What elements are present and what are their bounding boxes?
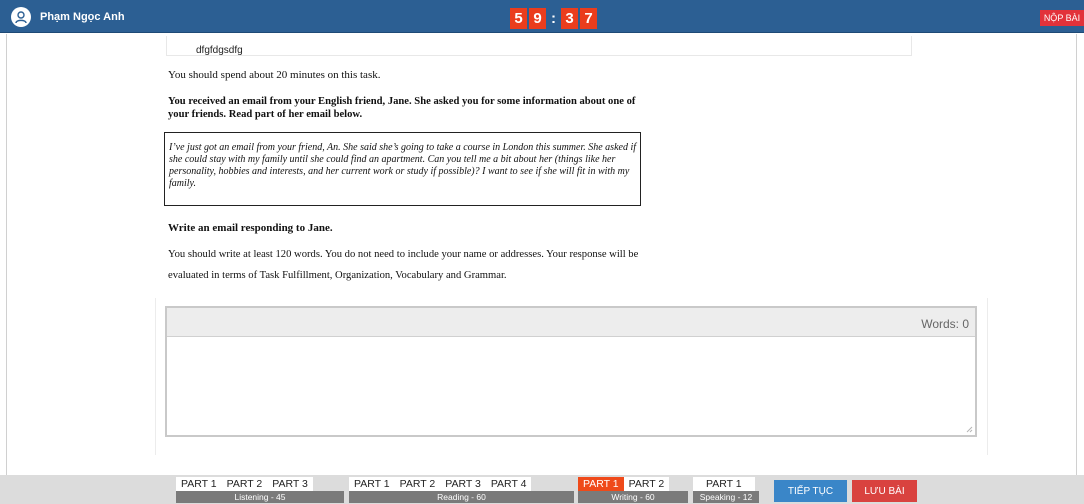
next-button[interactable]: TIẾP TỤC xyxy=(774,480,847,502)
timer-digit: 3 xyxy=(561,7,578,29)
user-info: Phạm Ngọc Anh xyxy=(11,7,125,27)
section-navigation: PART 1 PART 2 PART 3 Listening - 45 PART… xyxy=(0,475,1084,504)
reading-part-2-tab[interactable]: PART 2 xyxy=(394,477,441,491)
speaking-group: PART 1 Speaking - 12 xyxy=(693,477,759,503)
frame-divider xyxy=(6,34,7,475)
time-instruction: You should spend about 20 minutes on thi… xyxy=(168,69,381,81)
submit-button[interactable]: NỘP BÀI xyxy=(1040,10,1084,26)
speaking-caption: Speaking - 12 xyxy=(693,491,759,503)
resize-grip-icon[interactable] xyxy=(965,425,973,433)
reading-part-1-tab[interactable]: PART 1 xyxy=(349,477,395,491)
user-icon xyxy=(11,7,31,27)
question-title: dfgfdgsdfg xyxy=(196,45,243,56)
timer-digit: 9 xyxy=(529,7,546,29)
user-name: Phạm Ngọc Anh xyxy=(40,11,125,23)
listening-part-2-tab[interactable]: PART 2 xyxy=(221,477,268,491)
listening-part-1-tab[interactable]: PART 1 xyxy=(176,477,222,491)
writing-caption: Writing - 60 xyxy=(578,491,688,503)
email-excerpt: I’ve just got an email from your friend,… xyxy=(164,132,641,206)
timer-separator: : xyxy=(551,9,556,27)
timer-digit: 5 xyxy=(510,7,527,29)
top-bar: Phạm Ngọc Anh 5 9 : 3 7 NỘP BÀI xyxy=(0,0,1084,33)
question-header xyxy=(166,36,912,56)
task-note: You should write at least 120 words. You… xyxy=(168,249,639,281)
listening-group: PART 1 PART 2 PART 3 Listening - 45 xyxy=(176,477,344,503)
listening-part-3-tab[interactable]: PART 3 xyxy=(267,477,313,491)
task-intro: You received an email from your English … xyxy=(168,96,636,120)
save-button[interactable]: LƯU BÀI xyxy=(852,480,917,502)
frame-divider xyxy=(1076,34,1077,475)
speaking-part-1-tab[interactable]: PART 1 xyxy=(693,477,755,491)
writing-part-2-tab[interactable]: PART 2 xyxy=(623,477,670,491)
word-count: Words: 0 xyxy=(921,317,969,331)
writing-part-1-tab[interactable]: PART 1 xyxy=(578,477,624,491)
timer-digit: 7 xyxy=(580,7,597,29)
reading-part-3-tab[interactable]: PART 3 xyxy=(440,477,486,491)
task-prompt: Write an email responding to Jane. xyxy=(168,222,333,234)
answer-editor: Words: 0 xyxy=(165,306,977,437)
editor-toolbar: Words: 0 xyxy=(167,308,975,337)
reading-group: PART 1 PART 2 PART 3 PART 4 Reading - 60 xyxy=(349,477,574,503)
writing-group: PART 1 PART 2 Writing - 60 xyxy=(578,477,688,503)
answer-input[interactable] xyxy=(167,338,975,435)
countdown-timer: 5 9 : 3 7 xyxy=(510,7,599,29)
listening-caption: Listening - 45 xyxy=(176,491,344,503)
reading-caption: Reading - 60 xyxy=(349,491,574,503)
reading-part-4-tab[interactable]: PART 4 xyxy=(485,477,532,491)
